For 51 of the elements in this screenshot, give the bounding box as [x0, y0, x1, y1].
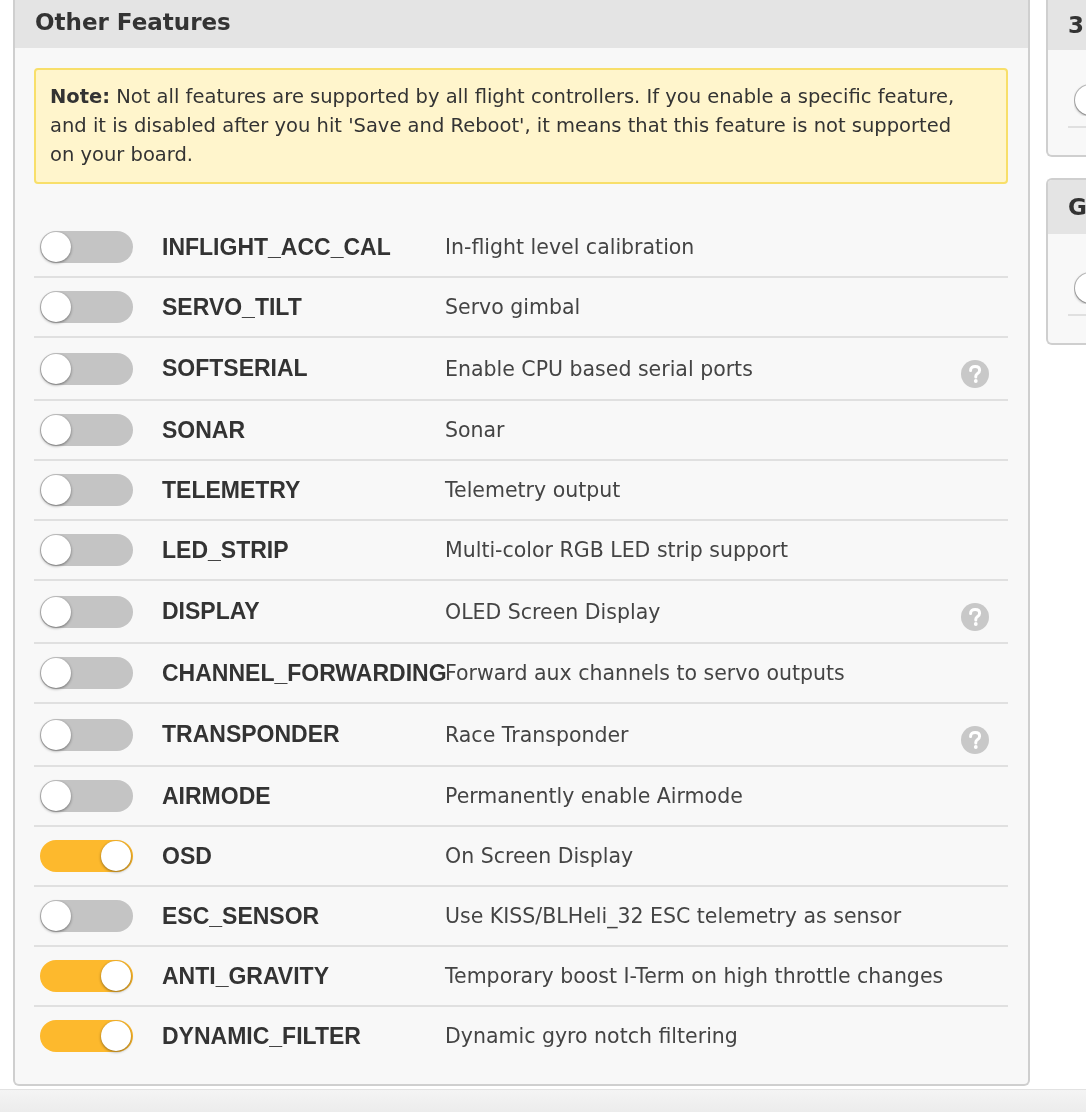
feature-description: Multi-color RGB LED strip support [445, 538, 789, 562]
panel-title: G [1068, 193, 1086, 221]
feature-description: Forward aux channels to servo outputs [445, 661, 846, 685]
feature-name: AIRMODE [162, 782, 272, 810]
feature-description: Temporary boost I-Term on high throttle changes [445, 964, 945, 988]
toggle-switch[interactable] [40, 780, 133, 812]
feature-name: CHANNEL_FORWARDING [162, 659, 445, 687]
feature-description: Sonar [445, 418, 506, 442]
toggle-switch[interactable] [40, 840, 133, 872]
feature-name: SERVO_TILT [162, 293, 303, 321]
help-icon[interactable] [961, 359, 989, 388]
toggle-switch[interactable] [40, 900, 133, 932]
feature-name: ESC_SENSOR [162, 902, 321, 930]
help-icon[interactable] [961, 602, 989, 631]
toggle-switch[interactable] [40, 291, 133, 323]
feature-description: Servo gimbal [445, 295, 582, 319]
toggle-switch[interactable] [40, 1020, 133, 1052]
toggle-switch[interactable] [40, 718, 133, 751]
toggle-switch[interactable] [40, 231, 133, 263]
toggle-switch[interactable] [40, 534, 133, 566]
panel-title: Other Features [35, 8, 231, 36]
feature-name: TRANSPONDER [162, 721, 341, 748]
toggle-switch[interactable] [40, 474, 133, 506]
panel-title: 3 [1068, 11, 1084, 39]
feature-description: Enable CPU based serial ports [445, 356, 754, 381]
feature-name: DYNAMIC_FILTER [162, 1022, 362, 1050]
feature-description: OLED Screen Display [445, 599, 662, 624]
feature-description: Telemetry output [445, 478, 622, 502]
feature-description: Dynamic gyro notch filtering [445, 1024, 739, 1048]
feature-name: INFLIGHT_ACC_CAL [162, 233, 392, 261]
help-icon[interactable] [961, 725, 989, 754]
toggle-switch[interactable] [40, 352, 133, 385]
toggle-switch[interactable] [1074, 84, 1086, 116]
feature-description: On Screen Display [445, 844, 635, 868]
feature-name: TELEMETRY [162, 476, 302, 504]
feature-description: Use KISS/BLHeli_32 ESC telemetry as sensor [445, 904, 903, 928]
feature-name: SONAR [162, 416, 247, 444]
toggle-switch[interactable] [40, 595, 133, 628]
feature-name: LED_STRIP [162, 536, 290, 564]
feature-name: SOFTSERIAL [162, 355, 309, 382]
toggle-switch[interactable] [1074, 272, 1086, 304]
feature-description: In-flight level calibration [445, 235, 696, 259]
toggle-switch[interactable] [40, 657, 133, 689]
feature-name: DISPLAY [162, 598, 261, 625]
feature-name: ANTI_GRAVITY [162, 962, 330, 990]
feature-description: Permanently enable Airmode [445, 784, 744, 808]
feature-description: Race Transponder [445, 722, 630, 747]
note-text: Note: Not all features are supported by all flight controllers. If you enable a specific feature, and it is disabled after you hit 'Save and Reboot', it means that this feature is not supported on your board. [50, 84, 956, 168]
toggle-switch[interactable] [40, 960, 133, 992]
feature-name: OSD [162, 842, 213, 870]
toggle-switch[interactable] [40, 414, 133, 446]
